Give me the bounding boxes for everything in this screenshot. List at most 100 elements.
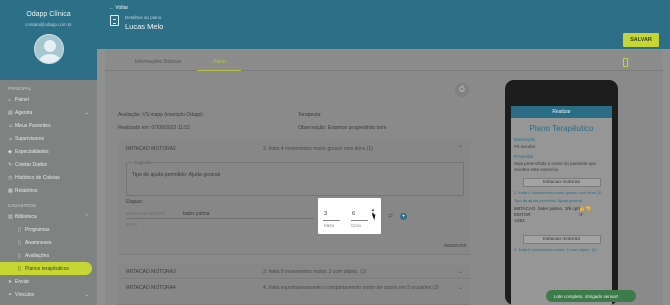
phone-purpose-value: Seja preenchido o nome do paciente que r… <box>514 161 597 172</box>
program-row[interactable]: IMITACAO MOTORA3 3. Imita 8 movimentos m… <box>118 264 470 279</box>
tab-bar: Informações Básicas Plano <box>105 53 663 71</box>
section-register: Cadastros <box>8 203 37 208</box>
back-label: Voltar <box>115 5 129 11</box>
sidebar-item-agenda[interactable]: ▤ Agenda ⌄ <box>0 106 97 119</box>
row-description: 3. Imita 8 movimentos motor, 2 com objet… <box>263 269 367 275</box>
sidebar-item-vinculos[interactable]: ⚭ Vínculos ⌄ <box>0 288 97 301</box>
sidebar-item-biblioteca[interactable]: ▥ Biblioteca ⌃ <box>0 210 97 223</box>
step-item-sublabel: Item1 <box>126 222 138 227</box>
done-at-text: Realizado em: 07/08/2023 11:52 <box>118 125 190 131</box>
steps-label: Etapas: <box>126 199 143 205</box>
remove-button[interactable]: REMOVER <box>444 243 467 248</box>
sidebar-item-programas[interactable]: ▯ Programas <box>0 223 97 236</box>
cycle-underline <box>351 220 368 221</box>
sidebar-item-label: Especialidades <box>15 148 49 155</box>
calendar-icon: ▤ <box>8 109 13 116</box>
users-icon: ☺ <box>8 135 14 142</box>
file-icon: ▯ <box>18 239 21 246</box>
page-subtitle: Detalhes do plano <box>125 15 162 20</box>
row-title: IMITACAO MOTORA4 <box>126 285 176 291</box>
tag-icon: ◆ <box>8 148 12 155</box>
document-icon <box>110 15 119 26</box>
chevron-up-icon[interactable]: ⌃ <box>458 145 463 152</box>
sidebar-item-historico[interactable]: ◷ Histórico de Coletas <box>0 171 97 184</box>
sidebar-item-relatorios[interactable]: ▦ Relatórios <box>0 184 97 197</box>
phone-exercise-row: IMITACAO MOTOR A2E1 bater palma 3/6 cpfs… <box>511 206 612 230</box>
undo-icon[interactable]: ↺ <box>579 212 583 217</box>
sidebar-item-anamneses[interactable]: ▯ Anamneses <box>0 236 97 249</box>
active-tab-indicator <box>197 70 241 71</box>
suggestion-legend: Sugestão <box>133 160 155 165</box>
evaluation-text: Avaliação: VS mapp (exemplo Odapp) <box>118 112 203 118</box>
meta-label: Meta <box>324 223 335 228</box>
phone-header: Realizar <box>511 106 612 118</box>
sidebar-item-coletar[interactable]: ✎ Coletar Dados <box>0 158 97 171</box>
phone-block-help: Tipo de ajuda permitido: Ajuda gestual <box>514 198 582 203</box>
sidebar-item-label: Planos terapêuticos <box>25 265 69 272</box>
row-description: 2. Imita 4 movimentos motor grosso com i… <box>263 146 373 152</box>
sidebar-item-label: Coletar Dados <box>15 161 47 168</box>
clinic-name: Odapp Clínica <box>26 11 71 18</box>
sidebar-item-label: Agenda <box>15 109 33 116</box>
phone-purpose-label: Proposta <box>514 155 534 160</box>
phone-block-title: Imitacao motora3 <box>522 235 601 244</box>
report-icon: ▦ <box>8 187 13 194</box>
tab-basic-info[interactable]: Informações Básicas <box>135 59 181 65</box>
clinic-email: contato@odapp.com.br <box>25 22 72 27</box>
phone-exercise-name: IMITACAO MOTOR A2E1 <box>514 206 536 223</box>
send-icon: ➤ <box>8 278 13 285</box>
step-item-label: IMITACAO MOTOR <box>126 211 166 216</box>
save-button[interactable]: SALVAR <box>623 33 659 47</box>
add-step-button[interactable]: + <box>400 213 407 220</box>
sidebar-item-avaliacoes[interactable]: ▯ Avaliações <box>0 249 97 262</box>
sidebar-item-pacientes[interactable]: ☺ Meus Pacientes <box>0 119 97 132</box>
sidebar-item-label: Enviar <box>15 278 30 285</box>
book-icon: ▥ <box>8 213 13 220</box>
chevron-down-icon[interactable]: ⌄ <box>458 284 463 291</box>
sidebar-item-label: Painel <box>15 96 29 103</box>
chevron-down-icon[interactable]: ⌄ <box>458 268 463 275</box>
sidebar-item-label: Anamneses <box>25 239 52 246</box>
avatar[interactable] <box>34 34 64 64</box>
printer-icon: ⎙ <box>459 86 465 93</box>
program-row[interactable]: IMITACAO MOTORA4 4. Imita espontaneament… <box>118 280 470 305</box>
phone-preview: Realizar Plano Terapêutico Descrição Pé … <box>505 80 618 305</box>
thumbs-down-icon[interactable]: 👎 <box>586 206 592 211</box>
sidebar: Odapp Clínica contato@odapp.com.br Princ… <box>0 0 97 305</box>
suggestion-box: Sugestão Tipo de ajuda permitido: Ajuda … <box>126 160 464 196</box>
phone-preview-icon[interactable] <box>623 58 628 67</box>
page-title: Lucas Melo <box>125 22 164 31</box>
observation-text: Observação: Estamos progredindo bem <box>298 125 387 131</box>
sidebar-item-label: Programas <box>25 226 50 233</box>
step-underline <box>126 218 314 219</box>
users-icon: ☺ <box>8 122 14 129</box>
phone-description-value: Pé escolar <box>514 144 536 149</box>
sidebar-item-label: Vínculos <box>15 291 35 298</box>
thumbs-up-icon[interactable]: 👍 <box>579 206 585 211</box>
sidebar-header: Odapp Clínica contato@odapp.com.br <box>0 0 97 80</box>
sidebar-item-label: Supervisores <box>15 135 45 142</box>
phone-exercise-value: bater palma <box>538 206 562 211</box>
tab-plan[interactable]: Plano <box>213 59 226 65</box>
step-item-value[interactable]: bater palma <box>183 211 209 217</box>
toast-message: Lote completo, obrigado sensor! <box>546 290 636 302</box>
meta-input[interactable]: 3 <box>324 211 327 217</box>
print-button[interactable]: ⎙ <box>455 83 469 97</box>
phone-block-title: Imitacao motora2 <box>522 178 601 187</box>
therapist-text: Terapeuta: <box>298 112 322 118</box>
swap-icon[interactable]: ⇄ <box>388 212 393 219</box>
cycle-input[interactable]: 6 <box>352 211 355 217</box>
back-link[interactable]: ← Voltar <box>109 5 128 11</box>
suggestion-text: Tipo de ajuda permitido: Ajuda gestual <box>132 172 221 178</box>
sidebar-item-planos[interactable]: ▯ Planos terapêuticos <box>0 262 92 275</box>
sidebar-item-supervisores[interactable]: ☺ Supervisores <box>0 132 97 145</box>
file-icon: ▯ <box>18 226 21 233</box>
sidebar-item-especialidades[interactable]: ◆ Especialidades <box>0 145 97 158</box>
phone-block-note: 3. Imita 8 movimentos motor, 2 com objet… <box>514 247 597 252</box>
sidebar-item-painel[interactable]: ⌂ Painel <box>0 93 97 106</box>
top-header: ← Voltar Detalhes do plano Lucas Melo SA… <box>97 0 670 49</box>
phone-exercise-actions[interactable]: 👍 👎 ↺ <box>579 206 591 218</box>
sidebar-item-enviar[interactable]: ➤ Enviar <box>0 275 97 288</box>
row-title: IMITACAO MOTORA2 <box>126 146 176 152</box>
phone-description-label: Descrição <box>514 138 536 143</box>
